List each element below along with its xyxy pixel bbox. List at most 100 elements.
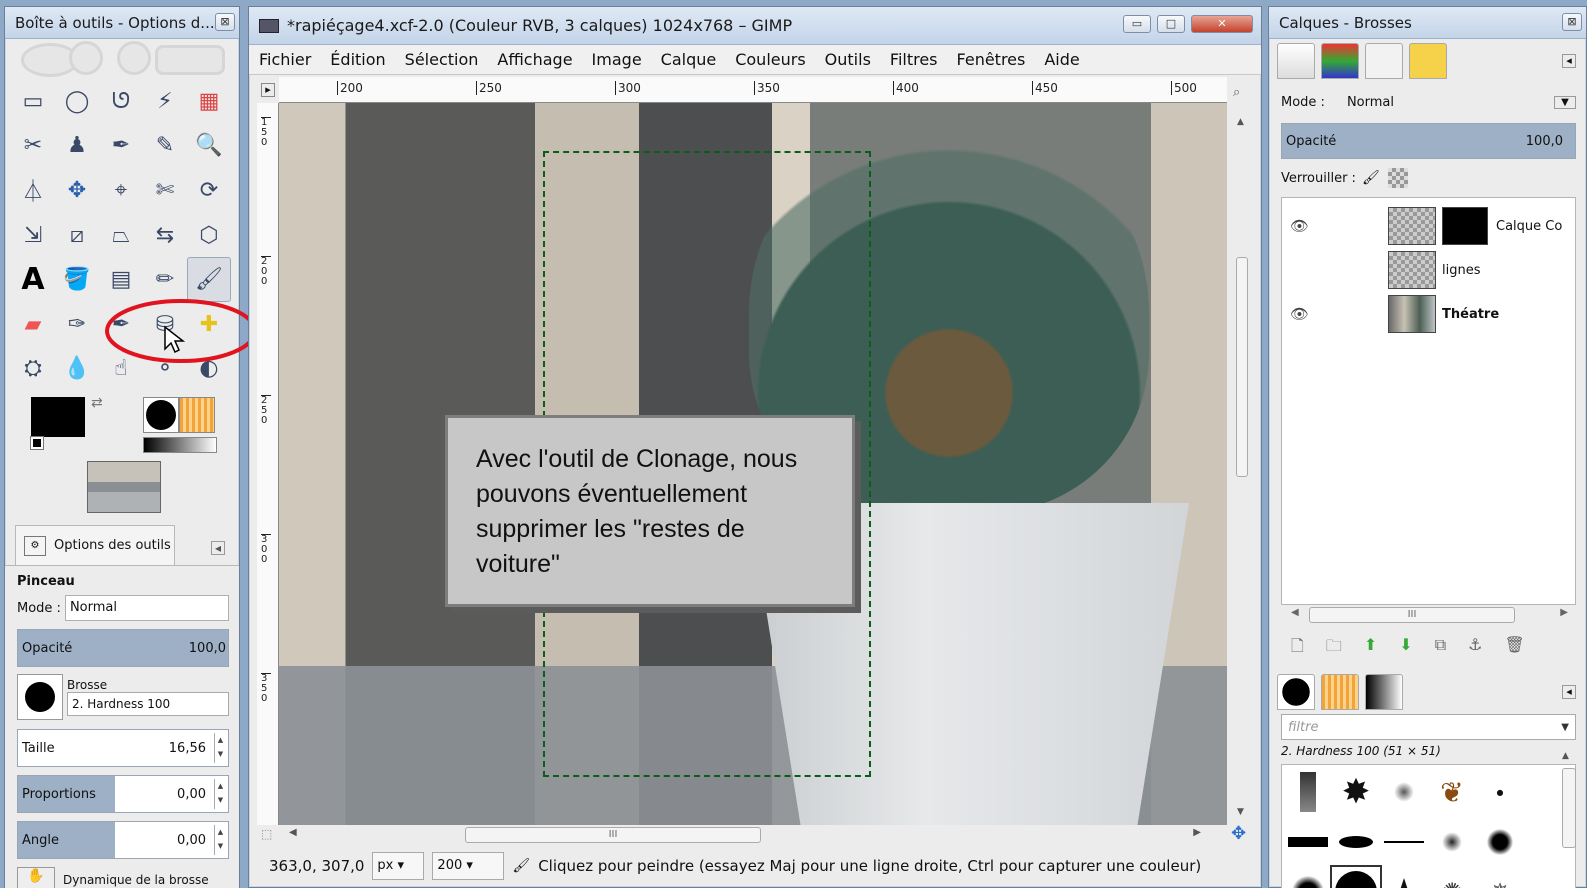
brush-item[interactable]	[1428, 817, 1476, 867]
duplicate-layer-icon[interactable]: ⧉	[1435, 635, 1446, 662]
blur-icon[interactable]: 💧	[55, 347, 99, 392]
scroll-down-icon[interactable]: ▼	[1237, 807, 1244, 817]
brush-name-field[interactable]: 2. Hardness 100	[67, 692, 229, 717]
brush-item[interactable]: ★	[1380, 867, 1428, 888]
fuzzy-select-icon[interactable]: ⚡	[143, 79, 187, 124]
active-brush-indicator[interactable]	[143, 397, 179, 434]
ratio-slider[interactable]: Proportions 0,00 ▲ ▼	[17, 775, 229, 814]
menu-item[interactable]: Filtres	[890, 50, 938, 69]
tab-tool-options[interactable]: ⚙ Options des outils	[15, 525, 175, 566]
zoom-fit-icon[interactable]: ⌕	[1233, 85, 1240, 100]
ratio-stepper[interactable]: ▲ ▼	[214, 779, 226, 810]
layer-mode-select[interactable]: Normal	[1347, 95, 1554, 110]
tab-menu-icon[interactable]: ◂	[211, 541, 225, 555]
brush-item[interactable]: ❦	[1428, 767, 1476, 817]
image-canvas[interactable]: Avec l'outil de Clonage, nous pouvons év…	[279, 103, 1227, 825]
brush-item[interactable]	[1380, 767, 1428, 817]
size-stepper[interactable]: ▲ ▼	[214, 733, 226, 764]
airbrush-icon[interactable]: ✑	[55, 302, 99, 347]
visibility-eye-icon[interactable]: 👁	[1290, 217, 1312, 235]
horizontal-scroll-thumb[interactable]: III	[465, 827, 761, 843]
brush-item[interactable]	[1330, 865, 1382, 888]
shear-icon[interactable]: ⧄	[55, 213, 99, 258]
dynamics-icon[interactable]: ✋	[17, 867, 55, 888]
menu-item[interactable]: Outils	[825, 50, 871, 69]
free-select-icon[interactable]: ᘎ	[99, 79, 143, 124]
paths-icon[interactable]: ✒	[99, 124, 143, 169]
menu-item[interactable]: Affichage	[497, 50, 572, 69]
tab-patterns-icon[interactable]	[1321, 674, 1359, 710]
filter-dropdown-icon[interactable]: ▼	[1561, 722, 1569, 733]
lock-alpha-icon[interactable]	[1387, 168, 1408, 188]
image-menu-icon[interactable]: ▸	[261, 83, 275, 97]
scale-icon[interactable]: ⇲	[11, 213, 55, 258]
vertical-scroll-thumb[interactable]	[1236, 257, 1248, 477]
raise-layer-icon[interactable]: ⬆	[1364, 635, 1377, 662]
active-gradient-indicator[interactable]	[143, 437, 217, 454]
new-layer-icon[interactable]: 🗋	[1291, 635, 1304, 662]
tab-paths-icon[interactable]	[1365, 43, 1403, 79]
flip-icon[interactable]: ⇆	[143, 213, 187, 258]
brush-item[interactable]	[1380, 817, 1428, 867]
vertical-scrollbar[interactable]: ▲ ▼	[1233, 117, 1251, 817]
perspective-icon[interactable]: ⏢	[99, 213, 143, 258]
swap-colors-icon[interactable]: ⇄	[91, 395, 103, 411]
image-titlebar[interactable]: *rapiéçage4.xcf-2.0 (Couleur RVB, 3 calq…	[249, 7, 1261, 45]
brush-item[interactable]	[1284, 817, 1332, 867]
active-pattern-indicator[interactable]	[179, 397, 215, 434]
delete-layer-icon[interactable]: 🗑	[1504, 635, 1524, 662]
color-select-icon[interactable]: ▦	[187, 79, 231, 124]
layer-mode-dropdown-icon[interactable]: ▼	[1554, 95, 1576, 109]
menu-item[interactable]: Calque	[661, 50, 717, 69]
brushes-scrollbar[interactable]: ▲	[1562, 747, 1580, 887]
rect-select-icon[interactable]: ▭	[11, 79, 55, 124]
menu-item[interactable]: Fenêtres	[957, 50, 1026, 69]
tab-layers-icon[interactable]	[1277, 43, 1315, 79]
tab-gradients-icon[interactable]	[1365, 674, 1403, 710]
brush-item[interactable]: ✵	[1476, 867, 1524, 888]
brush-preview[interactable]	[17, 674, 63, 721]
zoom-select[interactable]: 200 ▾	[432, 852, 505, 880]
menu-item[interactable]: Fichier	[259, 50, 311, 69]
brush-item[interactable]: ✺	[1428, 867, 1476, 888]
foreground-select-icon[interactable]: ♟	[55, 124, 99, 169]
default-colors-icon[interactable]	[30, 436, 44, 451]
rotate-icon[interactable]: ⟳	[187, 168, 231, 213]
zoom-icon[interactable]: 🔍	[187, 124, 231, 169]
brush-item[interactable]	[1476, 817, 1524, 867]
tab-brushes-icon[interactable]	[1277, 674, 1315, 710]
menu-item[interactable]: Sélection	[405, 50, 479, 69]
dock-close-icon[interactable]: ⊠	[1562, 13, 1582, 31]
active-image-thumbnail[interactable]	[87, 461, 161, 514]
cage-icon[interactable]: ⬡	[187, 213, 231, 258]
perspective-clone-icon[interactable]: ⛭	[11, 347, 55, 392]
lower-layer-icon[interactable]: ⬇	[1399, 635, 1412, 662]
layer-row[interactable]: lignes	[1282, 248, 1575, 292]
brush-filter-input[interactable]: filtre ▼	[1281, 714, 1576, 740]
brush-item[interactable]: ✸	[1332, 767, 1380, 817]
scissors-select-icon[interactable]: ✂	[11, 124, 55, 169]
vertical-ruler[interactable]: 150 200 250 300 350	[257, 103, 279, 825]
text-icon[interactable]: A	[11, 257, 55, 302]
layer-scroll-thumb[interactable]: III	[1309, 607, 1515, 623]
maximize-icon[interactable]: □	[1157, 15, 1185, 33]
tab-channels-icon[interactable]	[1321, 43, 1359, 79]
measure-icon[interactable]: ⏃	[11, 168, 55, 213]
menu-item[interactable]: Image	[592, 50, 642, 69]
bucket-fill-icon[interactable]: 🪣	[55, 257, 99, 302]
foreground-color[interactable]	[31, 397, 85, 438]
opacity-slider[interactable]: Opacité 100,0	[17, 629, 229, 668]
eraser-icon[interactable]: ▰	[11, 302, 55, 347]
angle-stepper[interactable]: ▲ ▼	[214, 825, 226, 856]
visibility-eye-icon[interactable]: 👁	[1290, 305, 1312, 323]
brush-item[interactable]: ●	[1476, 767, 1524, 817]
menu-item[interactable]: Aide	[1044, 50, 1079, 69]
horizontal-ruler[interactable]: 200 250 300 350 400 450 500	[279, 77, 1227, 103]
angle-slider[interactable]: Angle 0,00 ▲ ▼	[17, 821, 229, 860]
tab-undo-icon[interactable]	[1409, 43, 1447, 79]
layer-hscrollbar[interactable]: ◀ III ▶	[1281, 605, 1576, 625]
brush-item[interactable]	[1284, 767, 1332, 817]
color-picker-icon[interactable]: ✎	[143, 124, 187, 169]
menu-item[interactable]: Couleurs	[735, 50, 805, 69]
scroll-right-icon[interactable]: ▶	[1193, 827, 1201, 838]
